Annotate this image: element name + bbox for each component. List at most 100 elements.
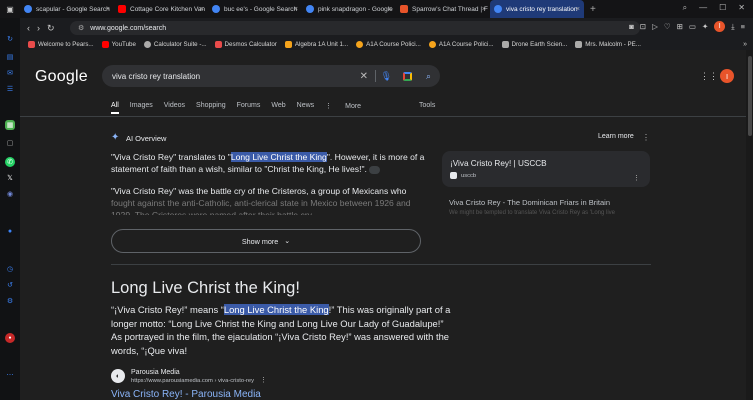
link-chip-icon[interactable] xyxy=(369,165,381,174)
bookmark-item[interactable]: Calculator Suite -... xyxy=(143,40,207,48)
source-card-dominican[interactable]: Viva Cristo Rey - The Dominican Friars i… xyxy=(449,198,610,207)
result-source[interactable]: ◐ Parousia Media https://www.parousiamed… xyxy=(111,368,267,384)
download-icon[interactable]: ⤓ xyxy=(731,22,734,32)
whatsapp-icon[interactable]: ✆ xyxy=(5,157,15,167)
ai-text-faded: fought against the anti-Catholic, anti-c… xyxy=(111,198,411,215)
tab-3[interactable]: pink snapdragon - Google × xyxy=(302,0,396,18)
source-title[interactable]: ¡Viva Cristo Rey! | USCCB xyxy=(450,159,642,168)
maximize-icon[interactable]: ☐ xyxy=(719,3,726,13)
tab-forums[interactable]: Forums xyxy=(237,102,261,114)
lock-icon[interactable]: ⊡ xyxy=(640,22,646,31)
site-info-icon[interactable]: ⚙ xyxy=(78,24,84,32)
tab-news[interactable]: News xyxy=(297,102,315,114)
tab-web[interactable]: Web xyxy=(271,102,285,114)
bookmark-item[interactable]: Algebra 1A Unit 1... xyxy=(284,40,348,48)
tab-all[interactable]: All xyxy=(111,102,119,114)
tab-5-active[interactable]: viva cristo rey translation × xyxy=(490,0,584,18)
search-box[interactable]: viva cristo rey translation ✕ 🎙 ⌕ xyxy=(102,65,440,87)
bookmark-label: Mrs. Malcolm - PE... xyxy=(585,40,641,48)
card-options-icon[interactable]: ⋮ xyxy=(633,174,640,182)
close-icon[interactable]: × xyxy=(482,6,486,13)
google-logo[interactable]: Google xyxy=(35,68,88,86)
bookmark-label: A1A Course Polici... xyxy=(438,40,494,48)
close-icon[interactable]: × xyxy=(200,6,204,13)
search-icon[interactable]: ⌕ xyxy=(426,71,431,82)
page-scrollbar[interactable] xyxy=(746,50,753,400)
result-link[interactable]: Viva Cristo Rey! - Parousia Media xyxy=(111,389,261,400)
source-card-usccb[interactable]: ¡Viva Cristo Rey! | USCCB usccb ⋮ xyxy=(442,151,650,187)
record-icon[interactable]: ● xyxy=(5,333,15,343)
tab-label: Cottage Core Kitchen Van xyxy=(130,5,206,13)
wallet-icon[interactable]: ▭ xyxy=(689,22,696,31)
bookmark-item[interactable]: Drone Earth Scien... xyxy=(501,40,567,48)
bookmark-item[interactable]: A1A Course Polici... xyxy=(428,40,494,48)
profile-avatar[interactable]: I xyxy=(714,21,726,32)
tab-shopping[interactable]: Shopping xyxy=(196,102,226,114)
tabs-icon[interactable]: ▤ xyxy=(5,52,15,62)
forward-icon[interactable]: › xyxy=(37,23,40,33)
lens-icon[interactable] xyxy=(403,71,412,81)
tools-button[interactable]: Tools xyxy=(419,102,435,109)
account-avatar[interactable]: I xyxy=(720,69,734,83)
highlight-text: Long Live Christ the King xyxy=(223,304,329,315)
tab-1[interactable]: Cottage Core Kitchen Van × xyxy=(114,0,208,18)
address-bar[interactable]: ⚙ www.google.com/search xyxy=(70,21,640,35)
tab-search-icon[interactable]: ⊞ xyxy=(677,22,683,31)
result-options-icon[interactable]: ⋮ xyxy=(260,376,267,384)
reload-icon[interactable]: ↻ xyxy=(47,23,55,34)
back-icon[interactable]: ‹ xyxy=(27,23,30,33)
more-bookmarks-icon[interactable]: » xyxy=(743,41,747,48)
nav-divider xyxy=(20,116,746,117)
camera-icon[interactable]: ◙ xyxy=(629,22,634,31)
discord-icon[interactable]: ◉ xyxy=(5,189,15,199)
scrollbar-thumb[interactable] xyxy=(748,56,752,136)
microphone-icon[interactable]: 🎙 xyxy=(381,71,392,82)
search-query[interactable]: viva cristo rey translation xyxy=(112,72,200,81)
browser-sidebar: ↻ ▤ ✉ ☰ ▦ ▢ ✆ 𝕏 ◉ ● ◷ ↺ ⚙ ● ⋯ xyxy=(0,18,20,400)
settings-icon[interactable]: ⚙ xyxy=(5,296,15,306)
ai-overview-header: ✦ AI Overview xyxy=(111,133,166,143)
extensions-icon[interactable]: ✦ xyxy=(702,22,708,31)
bookmark-item[interactable]: Desmos Calculator xyxy=(214,40,277,48)
window-close-icon[interactable]: ✕ xyxy=(738,3,745,13)
bookmark-item[interactable]: YouTube xyxy=(101,40,136,48)
search-tabs-icon[interactable]: ⌕ xyxy=(683,3,687,13)
bookmark-item[interactable]: A1A Course Polici... xyxy=(356,40,421,48)
options-icon[interactable]: ⋮ xyxy=(642,133,650,142)
tab-label: scapular - Google Search xyxy=(36,5,110,13)
close-icon[interactable]: × xyxy=(106,6,110,13)
desmos-icon xyxy=(214,40,222,48)
browser-menu-icon[interactable]: ▣ xyxy=(0,5,20,14)
tab-videos[interactable]: Videos xyxy=(164,102,185,114)
clear-icon[interactable]: ✕ xyxy=(360,71,368,82)
tab-0[interactable]: scapular - Google Search × xyxy=(20,0,114,18)
tab-images[interactable]: Images xyxy=(130,102,153,114)
bookmark-item[interactable]: Mrs. Malcolm - PE... xyxy=(575,40,641,48)
tab-more[interactable]: ⋮ More xyxy=(325,102,372,114)
history-icon[interactable]: ↺ xyxy=(5,280,15,290)
messages-icon[interactable]: ✉ xyxy=(5,68,15,78)
heart-icon[interactable]: ♡ xyxy=(664,22,671,31)
tab-4[interactable]: Sparrow's Chat Thread | F × xyxy=(396,0,490,18)
refresh-icon[interactable]: ↻ xyxy=(5,34,15,44)
clock-icon[interactable]: ◷ xyxy=(5,264,15,274)
contacts-icon[interactable]: ☰ xyxy=(5,84,15,94)
learn-more-link[interactable]: Learn more xyxy=(598,133,634,140)
minimize-icon[interactable]: — xyxy=(699,3,707,13)
menu-icon[interactable]: ≡ xyxy=(741,22,745,31)
close-icon[interactable]: × xyxy=(576,6,580,13)
play-icon[interactable]: ▷ xyxy=(652,22,658,31)
geogebra-icon xyxy=(143,40,151,48)
show-more-button[interactable]: Show more ⌄ xyxy=(111,229,421,253)
new-tab-icon[interactable]: + xyxy=(590,4,596,15)
more-icon[interactable]: ⋯ xyxy=(5,370,15,380)
close-icon[interactable]: × xyxy=(388,6,392,13)
bookmark-item[interactable]: Welcome to Pears... xyxy=(28,40,94,48)
google-favicon-icon xyxy=(306,5,314,13)
sidebar-item-icon[interactable]: ▢ xyxy=(5,138,15,148)
close-icon[interactable]: × xyxy=(294,6,298,13)
x-icon[interactable]: 𝕏 xyxy=(5,173,15,183)
tab-2[interactable]: buc ee's - Google Search × xyxy=(208,0,302,18)
circle-icon[interactable]: ● xyxy=(5,226,15,236)
app-icon[interactable]: ▦ xyxy=(5,120,15,130)
